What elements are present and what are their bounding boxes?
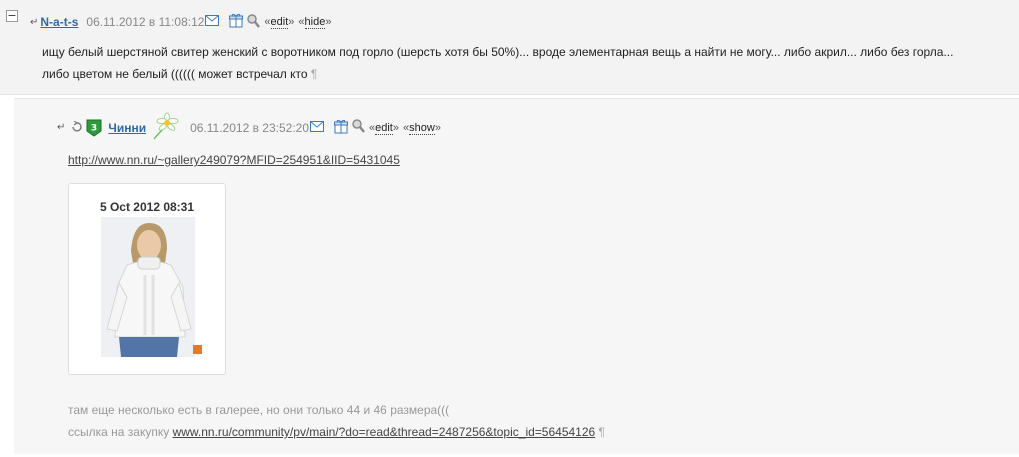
refresh-icon[interactable] <box>71 120 83 135</box>
badge-icon: 3 <box>86 119 102 137</box>
hide-suffix: » <box>325 16 332 28</box>
pilcrow-mark: ¶ <box>310 67 318 81</box>
post2-header: ↵ 3 Чинни 06.11.2012 в 23:52:20 «edit» «… <box>57 112 441 143</box>
comment-post-1: − ↵ N-a-t-s 06.11.2012 в 11:08:12 «edit»… <box>0 0 1019 95</box>
pilcrow-mark: ¶ <box>598 425 605 439</box>
reply-arrow-icon[interactable]: ↵ <box>57 122 65 133</box>
show-suffix: » <box>434 121 441 134</box>
post1-header: ↵ N-a-t-s 06.11.2012 в 11:08:12 «edit» «… <box>30 13 331 31</box>
magnifier-icon[interactable] <box>352 119 365 136</box>
gift-icon[interactable] <box>229 13 244 31</box>
mail-icon[interactable] <box>310 120 324 135</box>
hide-action: «hide» <box>298 16 332 29</box>
edit-suffix: » <box>288 16 295 28</box>
gallery-preview-card[interactable]: 5 Oct 2012 08:31 <box>68 183 226 375</box>
username-link[interactable]: Чинни <box>108 121 146 135</box>
comment-post-2: ↵ 3 Чинни 06.11.2012 в 23:52:20 «edit» «… <box>14 98 1019 454</box>
hide-prefix: « <box>298 16 305 28</box>
edit-suffix: » <box>392 121 399 134</box>
edit-link[interactable]: edit <box>375 121 393 135</box>
post1-text: ищу белый шерстяной свитер женский с вор… <box>42 41 953 85</box>
collapse-toggle-icon[interactable]: − <box>6 10 18 22</box>
hide-link[interactable]: hide <box>304 16 326 29</box>
post1-line2-text: либо цветом не белый (((((( может встреч… <box>42 67 308 81</box>
edit-action: «edit» <box>264 16 295 29</box>
show-link[interactable]: show <box>409 121 435 135</box>
gift-icon[interactable] <box>334 119 348 137</box>
magnifier-icon[interactable] <box>247 13 261 31</box>
purchase-link[interactable]: www.nn.ru/community/pv/main/?do=read&thr… <box>173 425 596 439</box>
post2-text: там еще несколько есть в галерее, но они… <box>68 399 605 443</box>
post-timestamp: 06.11.2012 в 23:52:20 <box>190 120 309 135</box>
post2-line1: там еще несколько есть в галерее, но они… <box>68 403 450 417</box>
post1-line1: ищу белый шерстяной свитер женский с вор… <box>42 45 954 59</box>
badge-number: 3 <box>91 123 97 133</box>
post1-line2: либо цветом не белый (((((( может встреч… <box>42 63 953 85</box>
sweater-photo[interactable] <box>79 217 219 357</box>
edit-prefix: « <box>264 16 271 28</box>
gallery-link-row: http://www.nn.ru/~gallery249079?MFID=254… <box>68 153 400 167</box>
post2-line2: ссылка на закупку www.nn.ru/community/pv… <box>68 421 605 443</box>
show-action: «show» <box>403 121 441 135</box>
post2-line2-prefix: ссылка на закупку <box>68 425 173 439</box>
collapse-symbol: − <box>7 9 17 22</box>
gallery-link[interactable]: http://www.nn.ru/~gallery249079?MFID=254… <box>68 153 400 167</box>
edit-action: «edit» <box>369 121 399 135</box>
username-link[interactable]: N-a-t-s <box>40 15 78 29</box>
gallery-card-date: 5 Oct 2012 08:31 <box>99 200 195 214</box>
flower-icon <box>150 112 180 143</box>
mail-icon[interactable] <box>205 15 220 29</box>
reply-arrow-icon[interactable]: ↵ <box>30 17 38 28</box>
post-timestamp: 06.11.2012 в 11:08:12 <box>86 15 205 29</box>
edit-link[interactable]: edit <box>270 16 289 29</box>
